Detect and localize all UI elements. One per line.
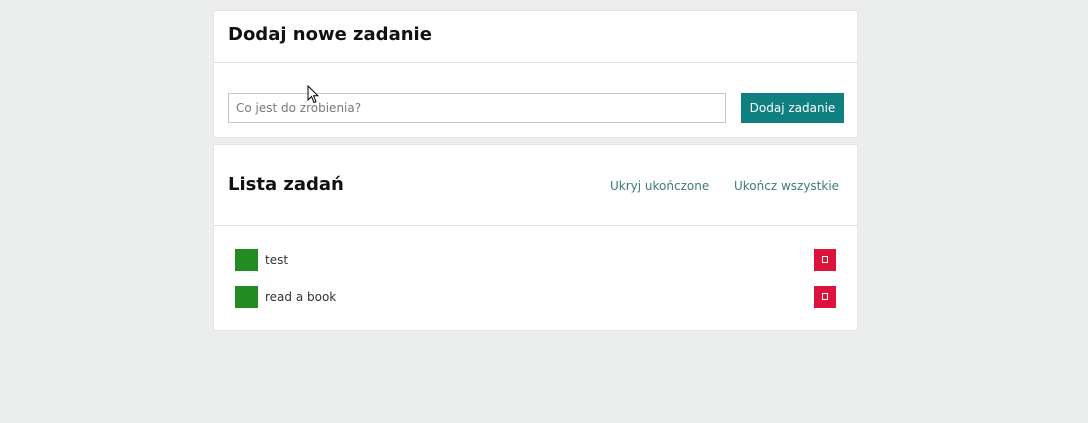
complete-all-link[interactable]: Ukończ wszystkie bbox=[734, 178, 839, 194]
task-row: test bbox=[235, 249, 836, 271]
add-panel-divider bbox=[214, 62, 857, 63]
task-label: test bbox=[265, 253, 289, 267]
trash-icon bbox=[822, 293, 828, 300]
hide-completed-link[interactable]: Ukryj ukończone bbox=[610, 178, 709, 194]
task-complete-toggle[interactable] bbox=[235, 286, 258, 308]
task-complete-toggle[interactable] bbox=[235, 249, 258, 271]
trash-icon bbox=[822, 256, 828, 263]
task-list-title: Lista zadań bbox=[228, 174, 344, 195]
delete-task-button[interactable] bbox=[814, 249, 836, 271]
task-row: read a book bbox=[235, 286, 836, 308]
task-list-divider bbox=[214, 225, 857, 226]
new-task-input[interactable] bbox=[228, 93, 726, 123]
add-task-title: Dodaj nowe zadanie bbox=[228, 24, 432, 45]
task-list-panel: Lista zadań Ukryj ukończone Ukończ wszys… bbox=[213, 144, 858, 331]
add-task-panel: Dodaj nowe zadanie Dodaj zadanie bbox=[213, 10, 858, 138]
add-task-button[interactable]: Dodaj zadanie bbox=[741, 93, 844, 123]
task-label: read a book bbox=[265, 290, 337, 304]
delete-task-button[interactable] bbox=[814, 286, 836, 308]
